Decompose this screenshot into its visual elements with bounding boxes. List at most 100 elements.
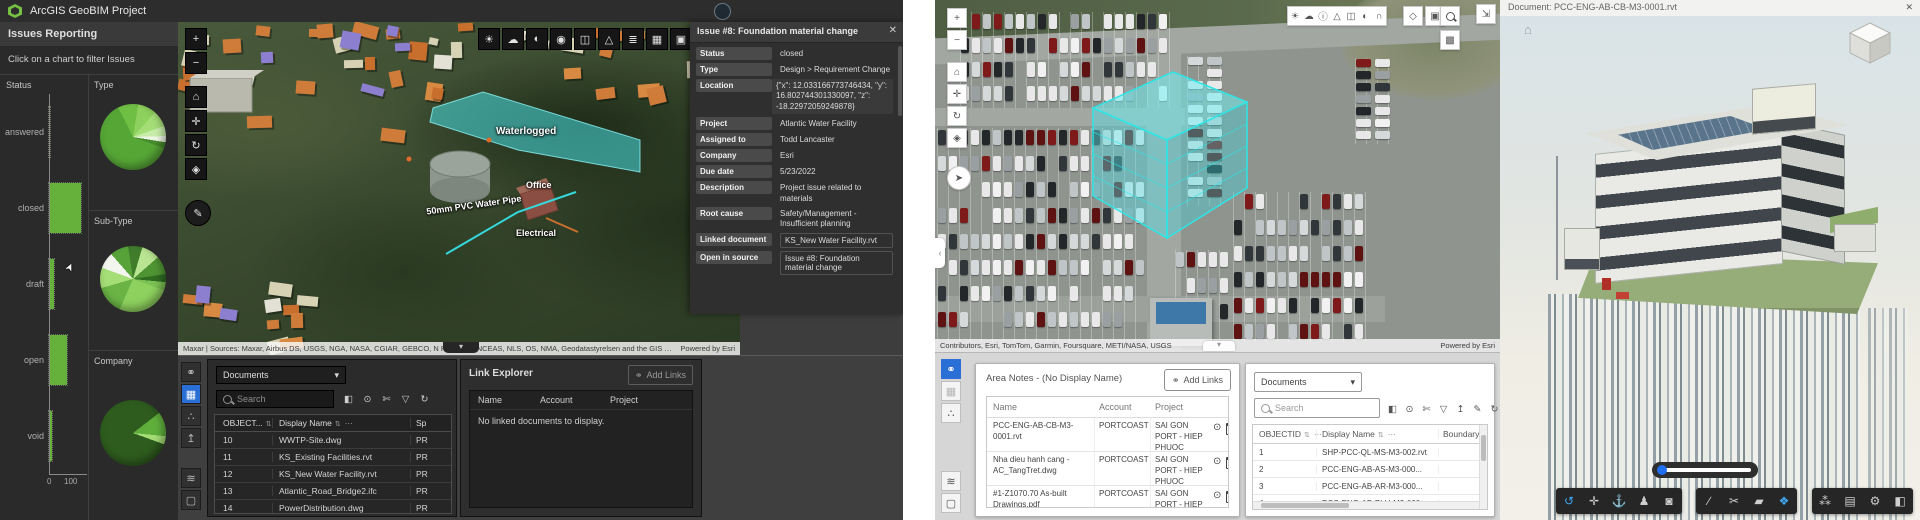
scene-tool-icon[interactable]: ☁ <box>1302 11 1316 22</box>
links-icon[interactable]: ⚭ <box>181 362 201 382</box>
save-icon[interactable]: ▣ <box>670 28 692 50</box>
table-row[interactable]: 2 PCC-ENG-AB-AS-M3-000... <box>1253 461 1487 478</box>
slice-icon[interactable]: ◫ <box>574 28 596 50</box>
table-row[interactable]: 13 Atlantic_Road_Bridge2.ifc PR <box>215 483 451 500</box>
scene-tool-icon[interactable]: ∩ <box>1372 11 1386 22</box>
rotate-icon[interactable]: ↻ <box>947 106 967 126</box>
refresh-icon[interactable]: ↻ <box>418 394 431 405</box>
locate-icon[interactable]: ◈ <box>185 158 207 180</box>
status-bar-answered[interactable]: answered <box>0 94 88 170</box>
layers-icon[interactable]: ≣ <box>622 28 644 50</box>
panel-collapse-tab[interactable]: ‹ <box>935 238 945 268</box>
extent-icon[interactable]: ▢ <box>941 493 961 513</box>
split-view-icon[interactable]: ◧ <box>1888 489 1912 513</box>
view-cube[interactable] <box>1846 20 1894 66</box>
selection-icon[interactable]: ◧ <box>1386 404 1399 415</box>
legend-icon[interactable]: ≋ <box>181 468 201 488</box>
status-bar-draft[interactable]: draft <box>0 246 88 322</box>
select-cursor-icon[interactable]: ➤ <box>947 166 971 190</box>
table-row[interactable]: Nha dieu hanh cang - AC_TangTret.dwg POR… <box>987 452 1228 486</box>
zoom-to-icon[interactable]: ⊙ <box>1403 404 1416 415</box>
scene-tool-icon[interactable]: ◫ <box>1344 11 1358 22</box>
scan-button[interactable]: ▩ <box>1440 30 1460 50</box>
properties-icon[interactable]: ▤ <box>1838 489 1862 513</box>
scene-tool-icon[interactable]: ☀ <box>1288 11 1302 22</box>
camera-icon[interactable]: ◙ <box>1657 489 1681 513</box>
open-icon[interactable]: ⊙ <box>1213 456 1221 467</box>
close-icon[interactable]: ✕ <box>889 25 897 36</box>
slider-knob[interactable] <box>1657 465 1667 475</box>
home-icon[interactable]: ⌂ <box>1524 22 1532 37</box>
table-row[interactable]: 1 SHP-PCC-QL-MS-M3-002.rvt <box>1253 444 1487 461</box>
explode-icon[interactable]: ❖ <box>1772 489 1796 513</box>
table-row[interactable]: 14 PowerDistribution.dwg PR <box>215 500 451 513</box>
line-of-sight-icon[interactable]: ◉ <box>550 28 572 50</box>
weather-icon[interactable]: ☁ <box>502 28 524 50</box>
measure-icon[interactable]: △ <box>598 28 620 50</box>
search-button[interactable] <box>1440 6 1460 26</box>
layer-selector-dropdown[interactable]: Documents ▾ <box>216 366 346 384</box>
edit-icon[interactable]: ✎ <box>1471 404 1484 415</box>
links-icon[interactable]: ⚭ <box>941 359 961 379</box>
bim-3d-view[interactable]: ⌂ ↺ ✛ ⚓ ♟ ◙ ∕ ✂ ▰ ❖ ⁂ ▤ ⚙ ◧ <box>1500 16 1920 520</box>
draw-icon[interactable]: ✎ <box>185 200 211 226</box>
scene-tool-icon[interactable]: ◐ <box>1358 11 1372 22</box>
cut-icon[interactable]: ✄ <box>380 394 393 405</box>
add-links-button[interactable]: ⚭ Add Links <box>1163 369 1231 391</box>
layer-selector-dropdown[interactable]: Documents ▾ <box>1254 372 1362 392</box>
open-icon[interactable]: ⊙ <box>1213 490 1221 501</box>
zoom-out-icon[interactable]: − <box>185 52 207 74</box>
add-links-button[interactable]: ⚭ Add Links <box>627 365 693 385</box>
status-bar-chart[interactable]: answered closed draft open void <box>0 94 88 474</box>
filter-icon[interactable]: ▽ <box>399 394 412 405</box>
model-tree-icon[interactable]: ⁂ <box>1813 489 1837 513</box>
status-bar-void[interactable]: void <box>0 398 88 474</box>
routes-icon[interactable]: ∴ <box>181 406 201 426</box>
scrollbar[interactable] <box>898 46 902 116</box>
pan-icon[interactable]: ✛ <box>185 110 207 132</box>
legend-icon[interactable]: ≋ <box>941 471 961 491</box>
rotate-icon[interactable]: ↻ <box>185 134 207 156</box>
table-row[interactable]: PCC-ENG-AB-CB-M3-0001.rvt PORTCOAST SAI … <box>987 418 1228 452</box>
type-pie-chart[interactable] <box>100 104 166 170</box>
extent-icon[interactable]: ▢ <box>181 490 201 510</box>
aerial-map-view[interactable]: + − ⌂ ✛ ↻ ◈ ➤ ‹ ☀ ☁ ⓘ △ ◫ ◐ ∩ ◇ ▣ ▩ ⇲ Contributors, E… <box>935 0 1500 352</box>
measure-icon[interactable]: ∕ <box>1697 489 1721 513</box>
basemap-icon[interactable]: ▦ <box>646 28 668 50</box>
vertical-scrollbar[interactable] <box>1479 425 1487 509</box>
open-icon[interactable]: ⊙ <box>1213 422 1221 433</box>
delete-icon[interactable] <box>1226 423 1228 435</box>
delete-icon[interactable] <box>1226 457 1228 469</box>
home-icon[interactable]: ⌂ <box>185 86 207 108</box>
horizontal-scrollbar[interactable] <box>1253 501 1479 509</box>
subtype-pie-chart[interactable] <box>100 246 166 312</box>
filter-icon[interactable]: ▽ <box>1437 404 1450 415</box>
walk-icon[interactable]: ♟ <box>1632 489 1656 513</box>
zoom-out-icon[interactable]: − <box>947 30 967 50</box>
status-bar-closed[interactable]: closed <box>0 170 88 246</box>
attribution-collapse-tab[interactable]: ▾ <box>443 342 479 353</box>
pan-icon[interactable]: ✛ <box>947 84 967 104</box>
table-row[interactable]: 12 KS_New Water Facility.rvt PR <box>215 466 451 483</box>
scene-tool-icon[interactable]: △ <box>1330 11 1344 22</box>
table-icon[interactable]: ▦ <box>941 381 961 401</box>
linked-document-link[interactable]: KS_New Water Facility.rvt <box>780 232 893 248</box>
locate-icon[interactable]: ◈ <box>947 128 967 148</box>
folder-icon[interactable]: ▰ <box>1747 489 1771 513</box>
table-row[interactable]: 11 KS_Existing Facilities.rvt PR <box>215 449 451 466</box>
search-input[interactable]: Search <box>1254 398 1380 418</box>
basemap-icon[interactable]: ◇ <box>1403 6 1423 26</box>
cut-icon[interactable]: ✄ <box>1420 404 1433 415</box>
shadow-icon[interactable]: ◐ <box>526 28 548 50</box>
zoom-fit-icon[interactable]: ⚓ <box>1607 489 1631 513</box>
bim-highlight-overlay[interactable] <box>935 0 1500 352</box>
search-input[interactable]: Search <box>216 390 334 408</box>
attribution-collapse-tab[interactable]: ▾ <box>1203 341 1235 351</box>
open-in-source-link[interactable]: Issue #8: Foundation material change <box>780 250 893 275</box>
zoom-in-icon[interactable]: + <box>947 8 967 28</box>
settings-icon[interactable]: ⚙ <box>1863 489 1887 513</box>
daylight-icon[interactable]: ☀ <box>478 28 500 50</box>
scene-tool-icon[interactable]: ⓘ <box>1316 9 1330 23</box>
share-icon[interactable]: ↥ <box>181 428 201 448</box>
selection-icon[interactable]: ◧ <box>342 394 355 405</box>
